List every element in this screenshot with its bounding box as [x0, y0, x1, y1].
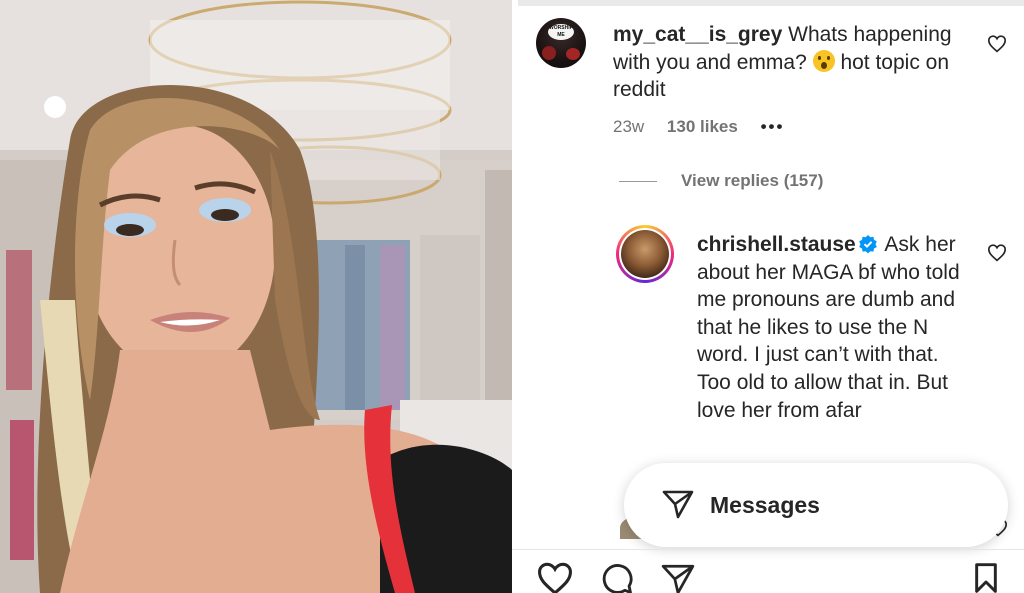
more-options-icon[interactable]: ••• [761, 117, 785, 136]
avatar-caption: WORSHIP ME [548, 24, 574, 40]
commenter-avatar[interactable]: WORSHIP ME [536, 18, 586, 68]
comments-panel: WORSHIP ME my_cat__is_grey Whats happeni… [512, 0, 1024, 593]
reply-avatar[interactable] [616, 225, 674, 283]
like-heart-icon[interactable] [536, 562, 574, 593]
messages-label: Messages [710, 492, 820, 518]
reply-text: chrishell.stause Ask her about her MAGA … [697, 231, 967, 424]
share-icon[interactable] [660, 562, 696, 593]
comment-age: 23w [613, 117, 645, 136]
reply-username[interactable]: chrishell.stause [697, 233, 856, 256]
comment-meta: 23w 130 likes ••• [613, 117, 802, 137]
comment-text: my_cat__is_grey Whats happening with you… [613, 21, 953, 104]
replies-divider-line [619, 181, 657, 183]
heart-icon[interactable] [987, 244, 1007, 262]
top-bar [518, 0, 1024, 6]
view-replies-label: View replies (157) [681, 171, 824, 190]
bookmark-icon[interactable] [972, 562, 1000, 593]
comment-username[interactable]: my_cat__is_grey [613, 23, 782, 46]
comment-likes[interactable]: 130 likes [667, 117, 738, 136]
video-frame-illustration [0, 0, 512, 593]
view-replies-button[interactable]: View replies (157) [619, 171, 823, 191]
comment-icon[interactable] [599, 562, 635, 593]
verified-badge-icon [858, 235, 877, 254]
heart-icon[interactable] [987, 35, 1007, 53]
video-frame[interactable] [0, 0, 512, 593]
bottom-divider [512, 549, 1024, 550]
messages-button[interactable]: Messages [624, 463, 1008, 547]
reply-body: Ask her about her MAGA bf who told me pr… [697, 233, 960, 422]
astonished-face-icon [812, 49, 835, 72]
direct-message-icon [662, 490, 694, 519]
